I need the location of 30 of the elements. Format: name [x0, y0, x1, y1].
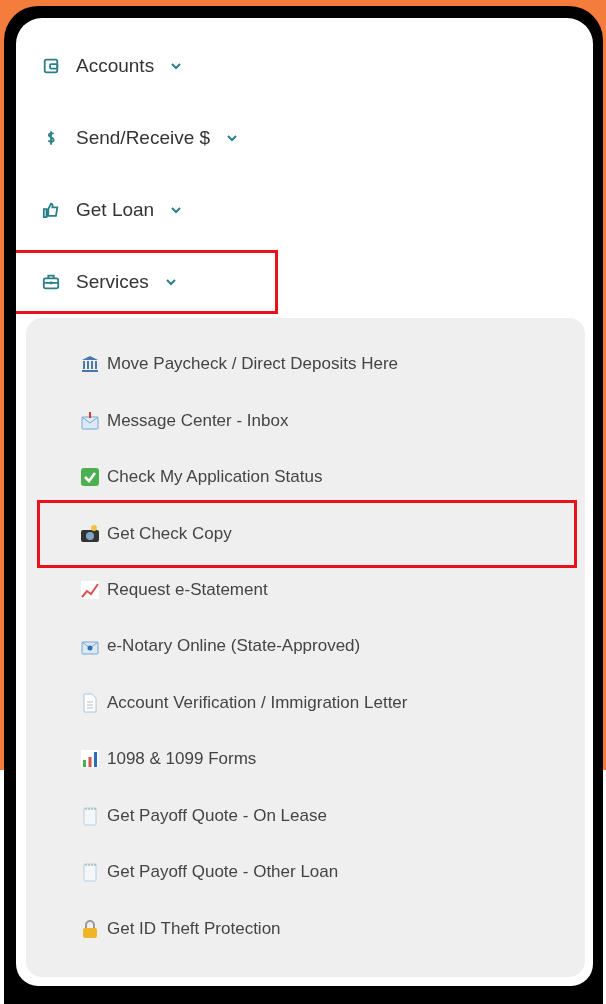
menu-item[interactable]: Services [16, 250, 278, 314]
submenu-item[interactable]: Get Payoff Quote - On Lease [37, 787, 577, 844]
bank-icon [80, 354, 100, 375]
bar-chart-icon [80, 749, 100, 770]
submenu-item[interactable]: Account Verification / Immigration Letter [37, 674, 577, 731]
submenu-item[interactable]: Message Center - Inbox [37, 392, 577, 449]
submenu-item[interactable]: Get ID Theft Protection [37, 900, 577, 957]
submenu-item[interactable]: Get Check Copy [37, 499, 577, 568]
check-icon [80, 467, 100, 488]
briefcase-icon [42, 273, 60, 291]
submenu-item[interactable]: e-Notary Online (State-Approved) [37, 618, 577, 675]
thumbs-up-icon [42, 201, 60, 219]
submenu-item[interactable]: Get Payoff Quote - Other Loan [37, 844, 577, 901]
lock-icon [80, 918, 100, 939]
menu-item[interactable]: Accounts [16, 30, 278, 102]
menu-item[interactable]: Send/Receive $ [16, 102, 278, 174]
notepad-icon [80, 862, 100, 883]
camera-icon [80, 523, 100, 544]
submenu-item[interactable]: 1098 & 1099 Forms [37, 731, 577, 788]
notepad-icon [80, 805, 100, 826]
chevron-icon [170, 62, 183, 70]
wallet-icon [42, 57, 60, 75]
chevron-icon [170, 206, 183, 214]
submenu-item[interactable]: Move Paycheck / Direct Deposits Here [37, 336, 577, 393]
chevron-icon [226, 134, 239, 142]
envelope-icon [80, 410, 100, 431]
line-chart-icon [80, 579, 100, 600]
document-icon [80, 692, 100, 713]
menu-item[interactable]: Get Loan [16, 174, 278, 246]
chevron-icon [164, 278, 177, 286]
